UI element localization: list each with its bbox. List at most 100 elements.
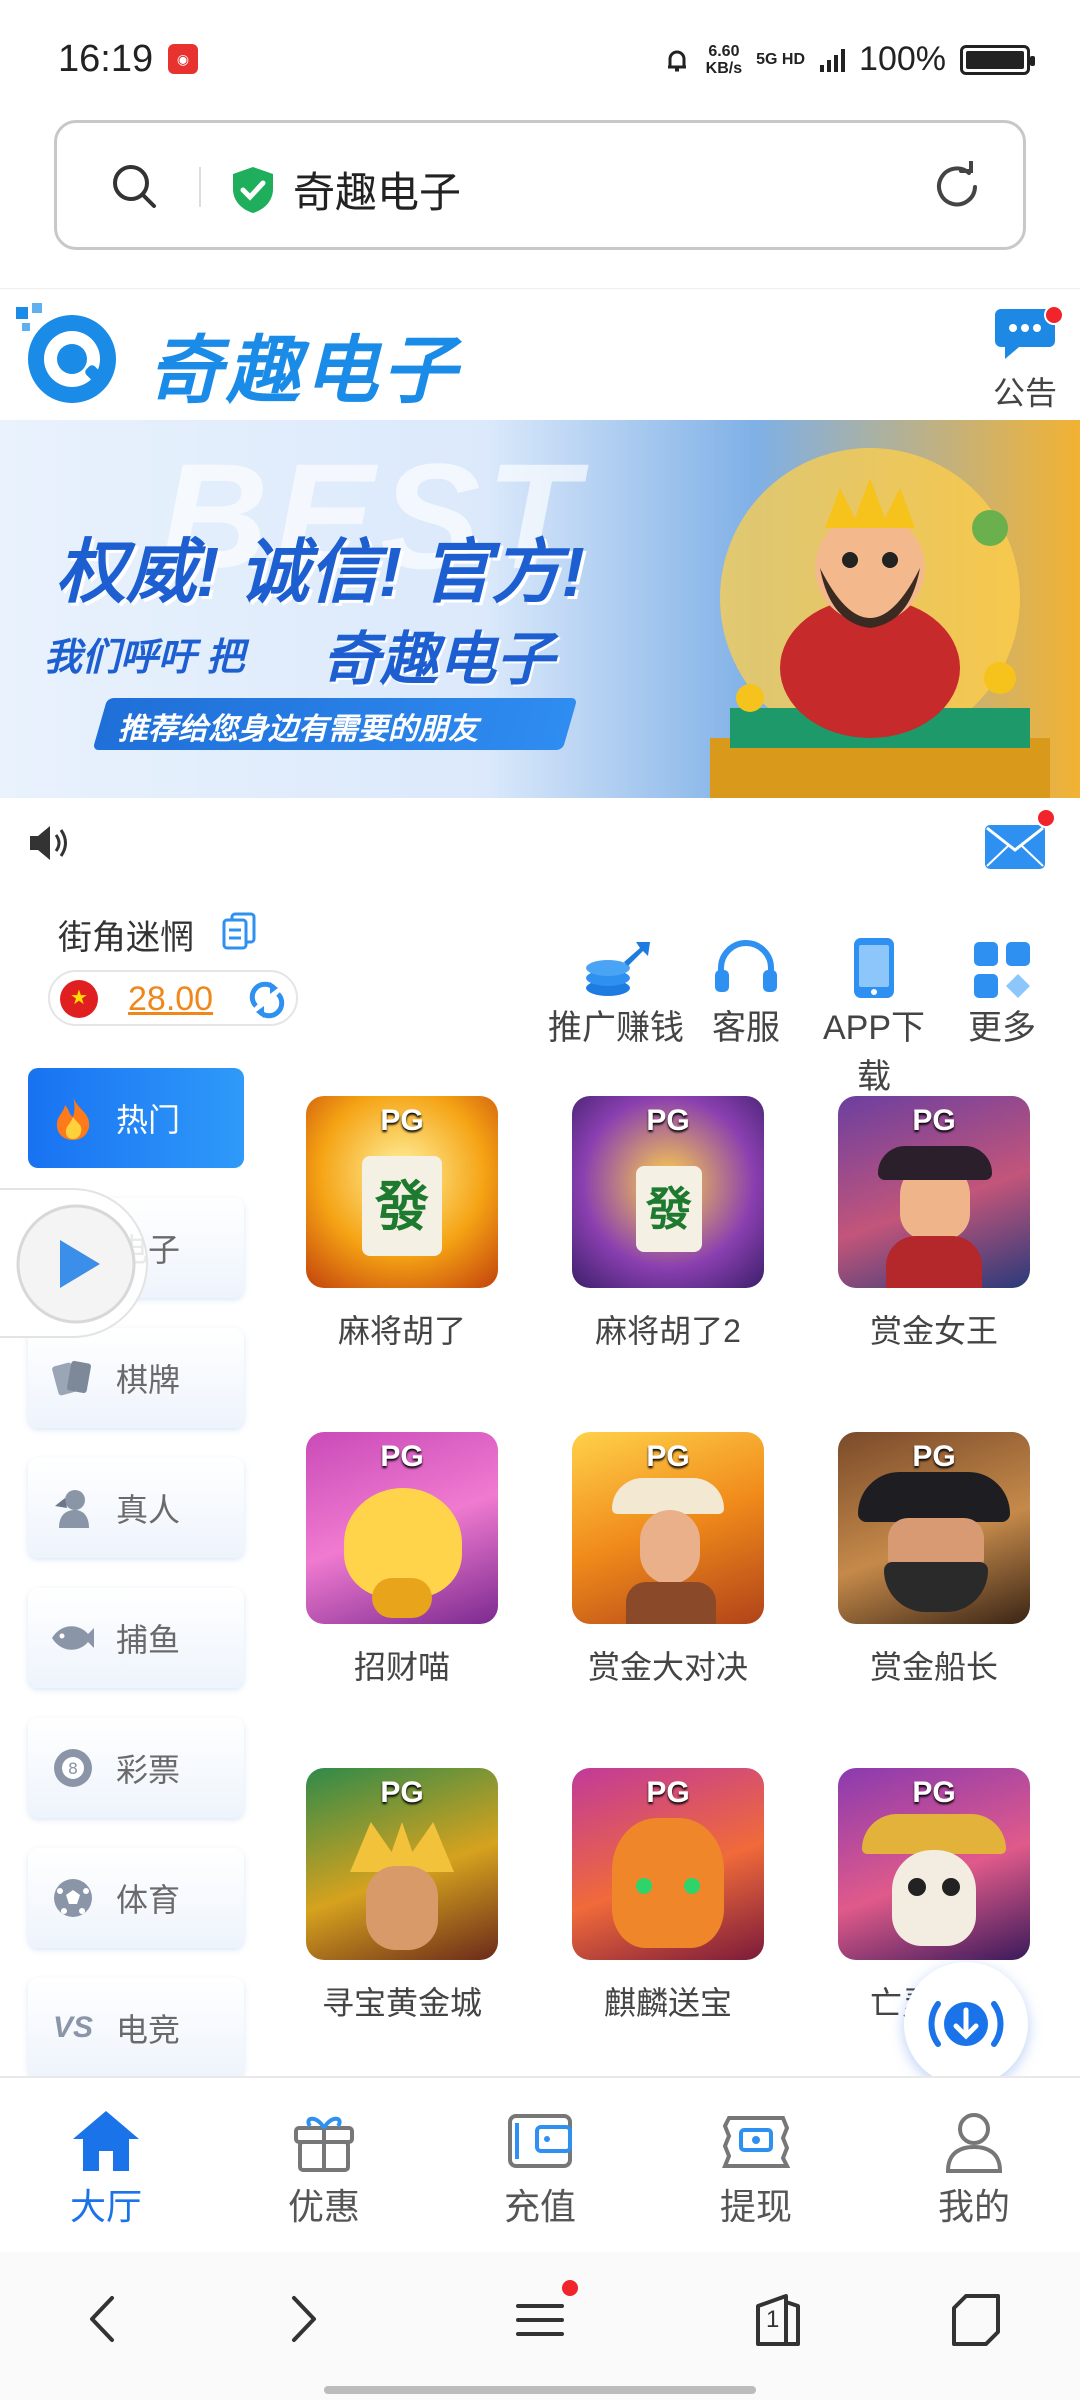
game-thumbnail[interactable]: PG <box>838 1096 1030 1288</box>
balance-pill: 28.00 <box>48 970 298 1026</box>
share-coins-icon <box>586 942 650 996</box>
divider <box>199 167 201 207</box>
secure-shield-icon <box>233 167 273 213</box>
banner-line: 我们呼吁 把 <box>44 637 245 679</box>
game-card[interactable]: PG 赏金船长 <box>834 1432 1034 1688</box>
quick-label: APP下载 <box>822 1009 926 1096</box>
game-thumbnail[interactable]: PG <box>838 1768 1030 1960</box>
category-label: 棋牌 <box>116 1362 181 1398</box>
notice-button[interactable]: 公告 <box>988 305 1064 414</box>
tab-label: 充值 <box>503 2186 576 2227</box>
search-icon[interactable] <box>109 161 159 211</box>
battery-icon <box>960 44 1035 75</box>
game-card[interactable]: PG 招财喵 <box>302 1432 502 1688</box>
game-thumbnail[interactable]: PG 發 <box>306 1096 498 1288</box>
site-header: 奇趣电子 公告 <box>0 288 1080 420</box>
signal-5g: 5G HD <box>756 51 806 68</box>
home-nav-icon[interactable] <box>948 2292 1004 2348</box>
category-sports[interactable]: 体育 <box>28 1848 244 1948</box>
back-icon[interactable] <box>82 2292 122 2346</box>
tab-label: 提现 <box>719 2186 792 2227</box>
game-card[interactable]: PG 赏金大对决 <box>568 1432 768 1688</box>
tab-label: 大厅 <box>69 2186 142 2227</box>
game-thumbnail[interactable]: PG <box>572 1768 764 1960</box>
gesture-home-bar[interactable] <box>324 2386 756 2394</box>
tabs-button[interactable]: 1 <box>750 2292 806 2348</box>
status-bar: 16:19 ◉ 6.60 KB/s 5G HD 100% <box>0 0 1080 110</box>
cash-icon <box>722 2116 791 2168</box>
banner-king-illustration <box>710 448 1050 798</box>
category-fishing[interactable]: 捕鱼 <box>28 1588 244 1688</box>
battery-percent: 100% <box>859 40 946 78</box>
alarm-icon <box>667 50 686 71</box>
game-name: 麻将胡了 <box>337 1313 466 1349</box>
quick-app-download[interactable]: APP下载 <box>806 928 942 1098</box>
soccer-ball-icon <box>50 1875 96 1921</box>
category-label: 电竞 <box>116 2012 181 2048</box>
gift-icon <box>294 2116 354 2172</box>
wallet-icon <box>508 2114 572 2168</box>
menu-button[interactable] <box>512 2280 578 2348</box>
fire-icon <box>50 1095 96 1141</box>
banner-pill-text: 推荐给您身边有需要的朋友 <box>118 713 478 746</box>
tab-promotions[interactable]: 优惠 <box>254 2104 394 2230</box>
game-thumbnail[interactable]: PG <box>306 1768 498 1960</box>
user-panel: 街角迷惘 28.00 推广赚钱 客服 APP下载 更多 <box>0 888 1080 1096</box>
forward-icon[interactable] <box>284 2292 324 2346</box>
balance-amount[interactable]: 28.00 <box>128 980 213 1019</box>
quick-label: 推广赚钱 <box>548 1009 684 1047</box>
grid-icon <box>974 942 1030 998</box>
category-cards[interactable]: 棋牌 <box>28 1328 244 1428</box>
game-card[interactable]: PG 發 麻将胡了2 <box>568 1096 768 1352</box>
quick-more[interactable]: 更多 <box>962 928 1042 1049</box>
promo-banner[interactable]: BEST 权威! 诚信! 官方! 我们呼吁 把 奇趣电子 推荐给您身边有需要的朋… <box>0 420 1080 798</box>
copy-icon[interactable] <box>222 912 256 950</box>
game-card[interactable]: PG 發 麻将胡了 <box>302 1096 502 1352</box>
category-label: 真人 <box>116 1492 181 1528</box>
game-thumbnail[interactable]: PG 發 <box>572 1096 764 1288</box>
tab-deposit[interactable]: 充值 <box>470 2104 610 2230</box>
notice-label: 公告 <box>992 375 1057 411</box>
category-esports[interactable]: VS 电竞 <box>28 1978 244 2078</box>
banner-brand: 奇趣电子 <box>322 627 555 692</box>
quick-promote[interactable]: 推广赚钱 <box>548 928 684 1049</box>
app-tab-bar: 大厅 优惠 充值 提现 我的 <box>0 2076 1080 2252</box>
mail-button[interactable] <box>984 808 1056 875</box>
signal-bars-icon <box>820 48 846 72</box>
game-card[interactable]: PG 寻宝黄金城 <box>302 1768 502 2024</box>
category-live[interactable]: 真人 <box>28 1458 244 1558</box>
quick-support[interactable]: 客服 <box>706 928 786 1049</box>
game-name: 麒麟送宝 <box>603 1985 732 2021</box>
mail-badge <box>1036 808 1056 828</box>
fish-icon <box>50 1615 96 1661</box>
menu-icon <box>516 2304 564 2336</box>
floating-play-button[interactable] <box>0 1188 148 1338</box>
tab-label: 我的 <box>937 2186 1010 2227</box>
refresh-balance-icon[interactable] <box>246 980 288 1020</box>
tab-mine[interactable]: 我的 <box>904 2104 1044 2230</box>
category-label: 彩票 <box>116 1752 181 1788</box>
status-indicators: 6.60 KB/s 5G HD 100% <box>662 40 1035 79</box>
game-card[interactable]: PG 麒麟送宝 <box>568 1768 768 2024</box>
category-hot[interactable]: 热门 <box>28 1068 244 1168</box>
category-lottery[interactable]: 8 彩票 <box>28 1718 244 1818</box>
site-brand-title: 奇趣电子 <box>148 329 460 412</box>
game-thumbnail[interactable]: PG <box>838 1432 1030 1624</box>
address-bar[interactable]: 奇趣电子 <box>54 120 1026 250</box>
url-text[interactable]: 奇趣电子 <box>293 159 461 220</box>
game-thumbnail[interactable]: PG <box>306 1432 498 1624</box>
status-time: 16:19 <box>58 38 154 80</box>
tab-lobby[interactable]: 大厅 <box>36 2104 176 2230</box>
speaker-icon[interactable] <box>26 820 72 866</box>
game-name: 招财喵 <box>353 1649 450 1685</box>
notice-badge <box>1044 305 1064 325</box>
tab-withdraw[interactable]: 提现 <box>686 2104 826 2230</box>
reload-icon[interactable] <box>931 161 983 213</box>
download-icon <box>928 2001 1004 2047</box>
game-card[interactable]: PG 赏金女王 <box>834 1096 1034 1352</box>
floating-download-button[interactable] <box>904 1962 1028 2086</box>
site-logo-icon[interactable] <box>14 301 120 407</box>
category-label: 热门 <box>116 1102 181 1138</box>
game-thumbnail[interactable]: PG <box>572 1432 764 1624</box>
announcement-bar <box>0 798 1080 888</box>
